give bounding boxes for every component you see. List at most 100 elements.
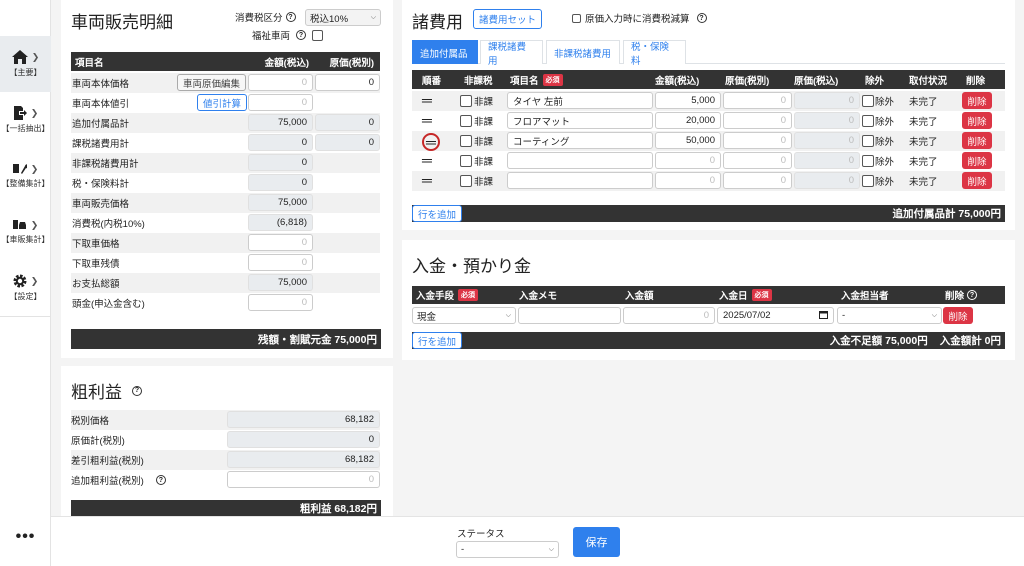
row-label: 追加粗利益(税別)? [71, 473, 166, 487]
cost-tax-reduce-checkbox[interactable] [572, 13, 581, 23]
item-name-input[interactable] [507, 172, 653, 189]
amount-input[interactable]: 50,000 [655, 132, 721, 149]
nontax-checkbox[interactable] [460, 175, 472, 187]
tax-type-select[interactable]: 税込10% ⌵ [305, 9, 381, 26]
delete-row-button[interactable]: 削除 [962, 92, 992, 109]
delete-row-button[interactable]: 削除 [962, 172, 992, 189]
help-icon[interactable]: ? [696, 13, 707, 23]
help-icon[interactable]: ? [967, 290, 978, 300]
cost-ex-tax-input[interactable]: 0 [723, 92, 792, 109]
amount-input[interactable]: 5,000 [655, 92, 721, 109]
table-row: ═ 非課 0 0 0 除外 未完了 削除 [412, 151, 1005, 171]
amount-field[interactable]: 0 [248, 94, 313, 111]
install-status: 未完了 [909, 157, 938, 168]
deposit-memo-input[interactable] [518, 307, 621, 324]
row-label: 差引粗利益(税別) [71, 456, 144, 467]
drag-handle-icon[interactable]: ═ [422, 93, 432, 107]
nontax-checkbox[interactable] [460, 135, 472, 147]
profit-title: 粗利益 ? [71, 378, 142, 403]
exclude-checkbox[interactable] [862, 175, 874, 187]
amount-field[interactable]: 0 [248, 294, 313, 311]
add-expense-row-button[interactable]: 行を追加 [412, 205, 463, 222]
tab-accessories[interactable]: 追加付属品 [412, 40, 478, 64]
profit-value: 68,182 [227, 451, 380, 468]
cost-ex-tax-input[interactable]: 0 [723, 112, 792, 129]
save-button[interactable]: 保存 [573, 527, 620, 557]
delete-deposit-button[interactable]: 削除 [943, 307, 973, 324]
table-row: 差引粗利益(税別) 68,182 [71, 450, 380, 470]
sales-footer: 残額・割賦元金 75,000円 [71, 329, 381, 349]
expense-set-button[interactable]: 諸費用セット [473, 9, 543, 29]
nontax-checkbox[interactable] [460, 95, 472, 107]
row-label: 下取車価格 [72, 239, 120, 250]
cost-field[interactable]: 0 [315, 74, 380, 91]
cost-ex-tax-input[interactable]: 0 [723, 152, 792, 169]
drag-handle-icon[interactable]: ═ [422, 133, 440, 151]
deposit-method-select[interactable]: 現金 ⌵ [412, 307, 516, 324]
tab-tax-insurance[interactable]: 税・保険料 [623, 40, 686, 67]
sales-panel: 車両販売明細 消費税区分? 税込10% ⌵ 福祉車両? 項目名 金額(税込) 原価… [61, 0, 393, 358]
status-select[interactable]: - ⌵ [456, 541, 559, 558]
vehicle-cost-edit-button[interactable]: 車両原価編集 [177, 74, 247, 91]
tab-taxable-expenses[interactable]: 課税諸費用 [480, 40, 543, 67]
drag-handle-icon[interactable]: ═ [422, 113, 432, 127]
tab-nontaxable-expenses[interactable]: 非課税諸費用 [546, 40, 620, 64]
profit-panel: 粗利益 ? 税別価格 68,182 原価計(税別) 0 差引粗利益(税別) 68,182 追… [61, 366, 393, 516]
help-icon[interactable]: ? [285, 12, 296, 22]
delete-row-button[interactable]: 削除 [962, 132, 992, 149]
amount-field[interactable]: 0 [248, 234, 313, 251]
deposit-person-select[interactable]: - ⌵ [837, 307, 942, 324]
amount-input[interactable]: 20,000 [655, 112, 721, 129]
amount-field[interactable]: 0 [248, 254, 313, 271]
deposit-date-input[interactable]: 2025/07/02 [717, 307, 834, 324]
chevron-right-icon: ❯ [30, 163, 39, 174]
sidebar-item-bulk-export[interactable]: ❯ 【一括抽出】 [0, 92, 51, 148]
exclude-checkbox[interactable] [862, 95, 874, 107]
amount-field[interactable]: 0 [248, 74, 313, 91]
item-name-input[interactable]: コーティング [507, 132, 653, 149]
sidebar-item-main[interactable]: ❯ 【主要】 [0, 36, 51, 92]
row-label: 非課税諸費用計 [72, 159, 139, 170]
row-label: お支払総額 [72, 279, 120, 290]
bottom-bar: ステータス - ⌵ 保存 [51, 516, 1024, 566]
exclude-checkbox[interactable] [862, 135, 874, 147]
profit-value: 68,182 [227, 411, 380, 428]
calendar-icon[interactable] [819, 310, 828, 322]
sidebar-item-maintenance-summary[interactable]: ❯ 【整備集計】 [0, 148, 51, 204]
nontax-checkbox[interactable] [460, 115, 472, 127]
item-name-input[interactable]: タイヤ 左前 [507, 92, 653, 109]
cost-in-tax-field: 0 [794, 152, 860, 169]
discount-calc-button[interactable]: 値引計算 [197, 94, 248, 111]
help-icon[interactable]: ? [296, 30, 307, 40]
profit-value[interactable]: 0 [227, 471, 380, 488]
sidebar-divider [0, 316, 51, 317]
sidebar-item-car-sales-summary[interactable]: ❯ 【車販集計】 [0, 204, 51, 260]
help-icon[interactable]: ? [155, 475, 166, 485]
amount-input[interactable]: 0 [655, 152, 721, 169]
cost-field: 0 [315, 134, 380, 151]
sidebar-item-settings[interactable]: ❯ 【設定】 [0, 260, 51, 316]
add-deposit-row-button[interactable]: 行を追加 [412, 332, 463, 349]
row-label: 車両本体値引 [72, 99, 130, 110]
home-icon [11, 50, 28, 64]
deposit-amount-input[interactable]: 0 [623, 307, 715, 324]
drag-handle-icon[interactable]: ═ [422, 173, 432, 187]
exclude-checkbox[interactable] [862, 115, 874, 127]
deposit-panel: 入金・預かり金 入金手段 必須 入金メモ 入金額 入金日 必須 入金担当者 削除? … [402, 240, 1015, 360]
deposit-row: 現金 ⌵ 0 2025/07/02 - ⌵ 削除 [412, 306, 1005, 326]
help-icon[interactable]: ? [132, 385, 142, 396]
amount-input[interactable]: 0 [655, 172, 721, 189]
delete-row-button[interactable]: 削除 [962, 152, 992, 169]
amount-field: 75,000 [248, 114, 313, 131]
cost-ex-tax-input[interactable]: 0 [723, 132, 792, 149]
drag-handle-icon[interactable]: ═ [422, 153, 432, 167]
delete-row-button[interactable]: 削除 [962, 112, 992, 129]
more-icon[interactable]: ••• [0, 528, 51, 546]
cost-ex-tax-input[interactable]: 0 [723, 172, 792, 189]
exclude-checkbox[interactable] [862, 155, 874, 167]
item-name-input[interactable] [507, 152, 653, 169]
welfare-checkbox[interactable] [312, 29, 324, 41]
nontax-checkbox[interactable] [460, 155, 472, 167]
item-name-input[interactable]: フロアマット [507, 112, 653, 129]
profit-table-body: 税別価格 68,182 原価計(税別) 0 差引粗利益(税別) 68,182 追加粗利益(税… [71, 410, 380, 490]
